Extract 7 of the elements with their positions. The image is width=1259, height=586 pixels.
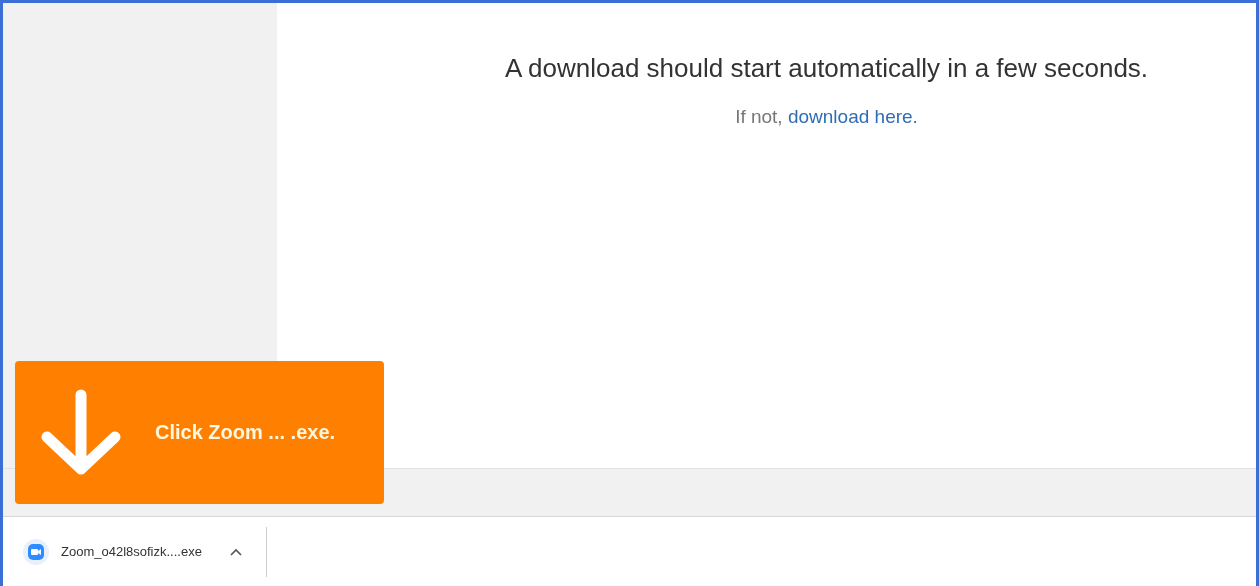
download-heading: A download should start automatically in a few seconds. <box>504 53 1149 84</box>
video-camera-icon <box>23 538 49 565</box>
download-link[interactable]: download here. <box>787 106 918 127</box>
fallback-text: If not, download here. <box>735 106 918 128</box>
callout-text: Click Zoom ... .exe. <box>155 421 336 444</box>
download-filename[interactable]: Zoom_o42l8sofizk....exe <box>61 544 202 559</box>
caret-icon <box>229 547 242 556</box>
